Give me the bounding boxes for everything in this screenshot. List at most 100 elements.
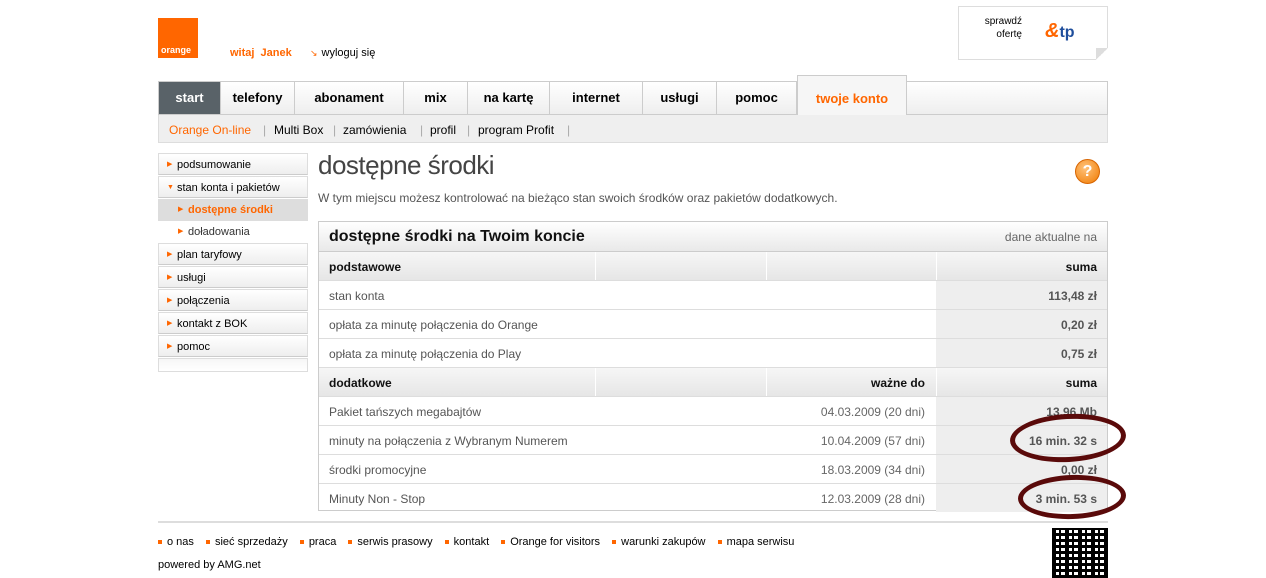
sidebar-item-label: pomoc: [177, 341, 211, 353]
sidebar-item-dostepne-srodki[interactable]: ▶ dostępne środki: [158, 199, 308, 221]
sidebar-item-kontakt-bok[interactable]: ▶ kontakt z BOK: [158, 312, 308, 334]
extra-header-row: dodatkowe ważne do suma: [319, 368, 1107, 397]
promo-text: sprawdź ofertę: [985, 15, 1022, 41]
header-cell: ważne do: [870, 376, 925, 390]
sidebar-item-doladowania[interactable]: ▶ doładowania: [158, 221, 308, 243]
subnav-separator: |: [467, 123, 471, 137]
column-divider: [936, 368, 937, 396]
sidebar-footer: [158, 358, 308, 372]
bullet-icon: [444, 540, 449, 545]
sidebar-item-label: doładowania: [188, 226, 250, 238]
tab-uslugi[interactable]: usługi: [643, 82, 717, 114]
header-cell: podstawowe: [329, 260, 402, 274]
bullet-icon: ▶: [167, 274, 173, 281]
footer-link[interactable]: serwis prasowy: [348, 536, 433, 548]
footer-link[interactable]: Orange for visitors: [501, 536, 600, 548]
sidebar-item-pomoc[interactable]: ▶ pomoc: [158, 335, 308, 357]
footer-link-label: kontakt: [453, 536, 490, 548]
intro-text: W tym miejscu możesz kontrolować na bież…: [318, 191, 838, 205]
tab-abonament[interactable]: abonament: [295, 82, 404, 114]
footer-link-label: serwis prasowy: [357, 536, 433, 548]
tp-logo: &tp: [1045, 20, 1075, 42]
bullet-icon: [501, 540, 506, 545]
bullet-icon: [717, 540, 722, 545]
tab-mix[interactable]: mix: [404, 82, 468, 114]
row-label: środki promocyjne: [329, 463, 427, 477]
sub-nav: Orange On-line | Multi Box | zamówienia …: [158, 115, 1108, 143]
footer-link-label: warunki zakupów: [621, 536, 706, 548]
logout-label: wyloguj się: [321, 47, 376, 59]
footer-link[interactable]: sieć sprzedaży: [205, 536, 288, 548]
bullet-icon: [299, 540, 304, 545]
column-divider: [766, 368, 767, 396]
bullet-icon: [205, 540, 210, 545]
funds-panel: dostępne środki na Twoim koncie dane akt…: [318, 221, 1108, 513]
footer-link[interactable]: kontakt: [444, 536, 490, 548]
arrow-icon: ↘: [310, 48, 318, 58]
footer-divider: [158, 521, 1108, 523]
header-cell: suma: [1065, 260, 1097, 274]
row-label: minuty na połączenia z Wybranym Numerem: [329, 434, 568, 448]
row-label: Minuty Non - Stop: [329, 492, 426, 506]
sidebar-item-plan-taryfowy[interactable]: ▶ plan taryfowy: [158, 243, 308, 265]
row-label: Pakiet tańszych megabajtów: [329, 405, 482, 419]
table-row: stan konta 113,48 zł: [319, 281, 1107, 310]
subnav-program-profit[interactable]: program Profit: [478, 123, 554, 137]
orange-logo[interactable]: orange: [158, 18, 198, 58]
table-row: minuty na połączenia z Wybranym Numerem 1…: [319, 426, 1107, 455]
sidebar-item-uslugi[interactable]: ▶ usługi: [158, 266, 308, 288]
promo-line2: ofertę: [996, 29, 1022, 40]
header-cell: suma: [1065, 376, 1097, 390]
qr-code-icon: [1052, 528, 1108, 578]
sidebar-item-label: kontakt z BOK: [177, 318, 248, 330]
row-label: opłata za minutę połączenia do Play: [329, 347, 522, 361]
column-divider: [595, 252, 596, 280]
subnav-profil[interactable]: profil: [430, 123, 456, 137]
sidebar-item-label: plan taryfowy: [177, 249, 242, 261]
row-valid: 12.03.2009 (28 dni): [820, 492, 925, 506]
sidebar-item-polaczenia[interactable]: ▶ połączenia: [158, 289, 308, 311]
bullet-icon: ▶: [167, 161, 173, 168]
subnav-multi-box[interactable]: Multi Box: [274, 123, 323, 137]
subnav-orange-online[interactable]: Orange On-line: [169, 123, 251, 137]
help-icon[interactable]: ?: [1075, 159, 1100, 184]
footer-link-label: praca: [308, 536, 337, 548]
column-divider: [766, 252, 767, 280]
sidebar-item-stan-konta[interactable]: ▼ stan konta i pakietów: [158, 176, 308, 198]
footer-link[interactable]: praca: [299, 536, 337, 548]
logout-link[interactable]: ↘ wyloguj się: [310, 47, 375, 59]
tab-internet[interactable]: internet: [550, 82, 643, 114]
row-valid: 18.03.2009 (34 dni): [820, 463, 925, 477]
bullet-icon: ▶: [167, 320, 173, 327]
panel-header: dostępne środki na Twoim koncie dane akt…: [319, 222, 1107, 252]
table-row: Minuty Non - Stop 12.03.2009 (28 dni) 3 mi…: [319, 484, 1107, 513]
table-row: opłata za minutę połączenia do Play 0,75 …: [319, 339, 1107, 368]
table-row: opłata za minutę połączenia do Orange 0,2…: [319, 310, 1107, 339]
tab-na-karte[interactable]: na kartę: [468, 82, 550, 114]
tab-start[interactable]: start: [159, 82, 221, 114]
promo-line1: sprawdź: [984, 16, 1022, 27]
subnav-zamowienia[interactable]: zamówienia: [343, 123, 406, 137]
bullet-icon: ▶: [178, 206, 184, 213]
tab-pomoc[interactable]: pomoc: [717, 82, 797, 114]
sidebar-item-podsumowanie[interactable]: ▶ podsumowanie: [158, 153, 308, 175]
subnav-separator: |: [263, 123, 267, 137]
basic-header-row: podstawowe suma: [319, 252, 1107, 281]
page-curl-icon: [1096, 48, 1108, 60]
tab-telefony[interactable]: telefony: [221, 82, 295, 114]
footer-link[interactable]: o nas: [158, 536, 194, 548]
tp-promo-box[interactable]: sprawdź ofertę &tp: [958, 6, 1108, 60]
footer-link-label: Orange for visitors: [510, 536, 601, 548]
row-value: 0,20 zł: [1060, 318, 1097, 332]
powered-by: powered by AMG.net: [158, 559, 261, 571]
bullet-icon: [348, 540, 353, 545]
logo-text: orange: [161, 45, 192, 55]
bullet-icon: ▶: [167, 251, 173, 258]
sidebar-item-label: dostępne środki: [188, 204, 273, 216]
tab-twoje-konto[interactable]: twoje konto: [797, 75, 907, 115]
footer-link[interactable]: mapa serwisu: [717, 536, 794, 548]
footer-link[interactable]: warunki zakupów: [612, 536, 706, 548]
subnav-separator: |: [420, 123, 424, 137]
column-divider: [936, 252, 937, 280]
panel-title: dostępne środki na Twoim koncie: [329, 228, 585, 245]
